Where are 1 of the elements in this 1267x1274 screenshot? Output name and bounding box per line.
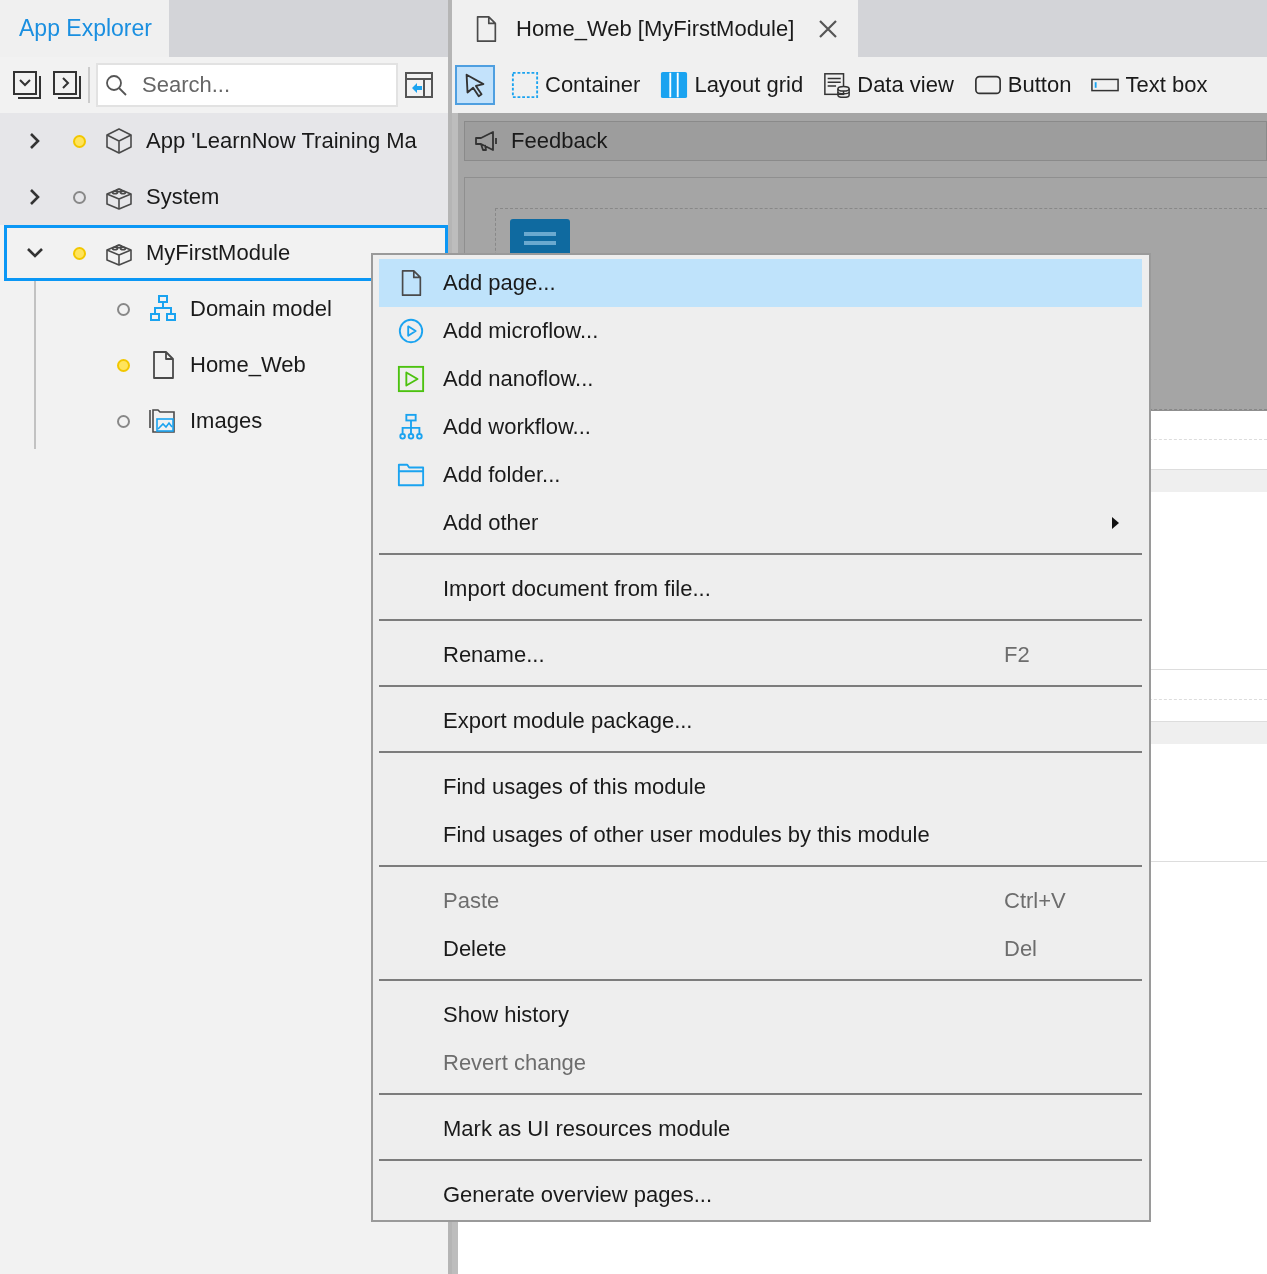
- feedback-bar: Feedback: [464, 121, 1267, 161]
